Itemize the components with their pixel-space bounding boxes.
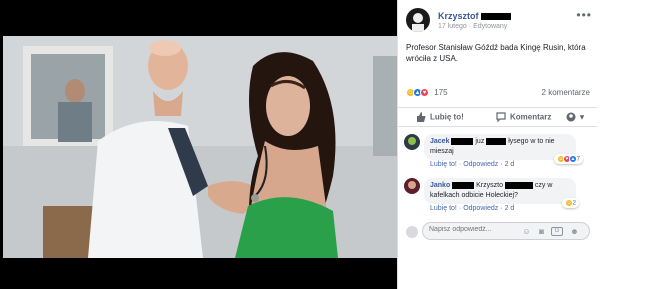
post-header: Krzysztof 17 lutego · Edytowany ••• [406,8,592,34]
share-as-button[interactable]: ▾ [566,112,584,122]
comment-time[interactable]: 2 d [505,161,515,168]
page-background [597,0,664,289]
comment-like-link[interactable]: Lubię to! [430,161,457,168]
speech-bubble-icon [496,112,506,122]
reply-input[interactable] [429,226,509,233]
comment-reactions[interactable]: ☺ 2 [562,198,580,208]
gif-icon[interactable]: G [551,227,563,236]
like-button[interactable]: Lubię to! [416,112,464,122]
comment-like-link[interactable]: Lubię to! [430,205,457,212]
post-side-panel: Krzysztof 17 lutego · Edytowany ••• Prof… [397,0,598,289]
redaction-bar [452,181,475,189]
footer-separator: · [458,205,462,212]
footer-separator: · [458,161,462,168]
comment-text-part: juz [475,138,485,145]
meta-separator: · [468,23,472,30]
redaction-bar [451,137,474,145]
post-meta: 17 lutego · Edytowany [438,23,507,30]
chevron-down-icon: ▾ [580,112,585,122]
sticker-icon[interactable]: ☻ [570,227,579,236]
commenter-name[interactable]: Janko [430,182,450,189]
comment-footer: Lubię to! · Odpowiedz · 2 d [430,161,514,168]
commenter-name[interactable]: Jacek [430,138,449,145]
comment-footer: Lubię to! · Odpowiedz · 2 d [430,205,514,212]
share-avatar-icon [566,112,576,122]
thumbs-up-icon [417,112,426,122]
footer-separator: · [500,161,503,168]
commenter-avatar[interactable] [404,134,420,150]
reaction-count[interactable]: 175 [434,88,447,97]
current-user-avatar [406,226,418,238]
reactions-summary[interactable]: ☺▲ ♥ 175 2 komentarze [406,88,590,100]
emoji-icon[interactable]: ☺ [522,227,531,236]
post-actions-bar: Lubię to! Komentarz ▾ [398,107,598,127]
photo-viewer [0,0,397,289]
post-date[interactable]: 17 lutego [438,23,467,30]
commenter-avatar[interactable] [404,178,420,194]
photo-illustration [3,36,397,258]
comment-reactions[interactable]: ☺ ♥ ▲ 7 [554,154,584,164]
reply-box: ☺ ◙ G ☻ [422,222,590,240]
footer-separator: · [500,205,503,212]
post-photo[interactable] [3,36,397,258]
author-avatar[interactable] [406,8,430,32]
comment-reaction-count: 2 [572,200,577,207]
post-text: Profesor Stanisław Góźdź bada Kingę Rusi… [406,43,586,63]
comment-bubble: Janko Krzyszto czy w kafelkach odbicie H… [424,178,576,204]
facebook-photo-post: Krzysztof 17 lutego · Edytowany ••• Prof… [0,0,664,289]
author-first-name[interactable]: Krzysztof [438,11,479,21]
comment-button[interactable]: Komentarz [496,112,551,122]
edited-label[interactable]: Edytowany [473,23,507,30]
camera-icon[interactable]: ◙ [537,227,546,236]
more-dots-icon[interactable]: ••• [576,8,592,22]
redaction-bar [481,13,512,21]
redaction-bar [486,137,507,145]
love-reaction-icon: ♥ [420,88,429,98]
comment-reply-link[interactable]: Odpowiedz [463,205,498,212]
comment-text-part: Krzyszto [476,182,503,189]
redaction-bar [504,181,533,189]
comment-time[interactable]: 2 d [505,205,515,212]
comment-reaction-count: 7 [576,156,581,163]
author-name[interactable]: Krzysztof [438,11,512,21]
comment-bubble: Jacek juz łysego w to nie mieszaj [424,134,576,160]
comments-count[interactable]: 2 komentarze [542,88,590,97]
like-label: Lubię to! [430,112,464,122]
comment-label: Komentarz [510,112,552,122]
comment-reply-link[interactable]: Odpowiedz [463,161,498,168]
